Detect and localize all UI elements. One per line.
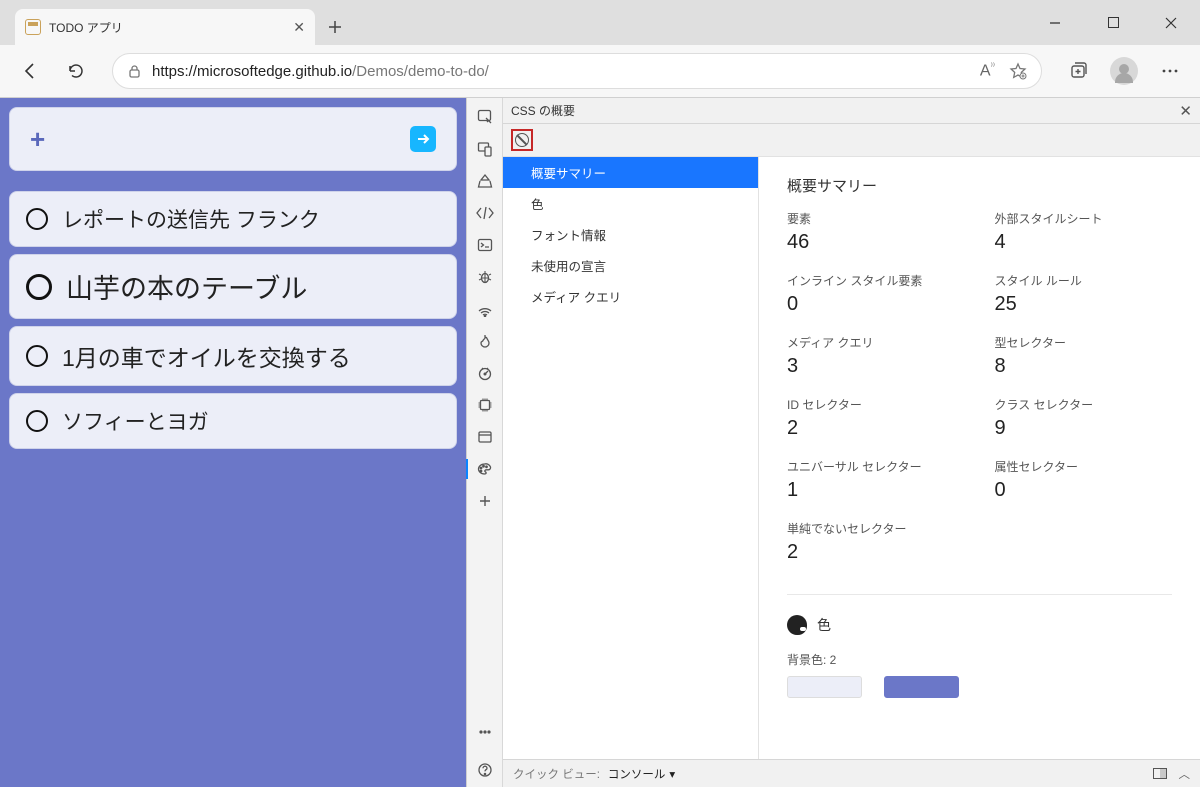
todo-checkbox-icon[interactable] <box>26 208 48 230</box>
back-button[interactable] <box>12 53 48 89</box>
dock-side-icon[interactable] <box>1153 768 1167 779</box>
panel-close-icon[interactable]: ✕ <box>1179 102 1192 120</box>
css-overview-panel: CSS の概要 ✕ 概要サマリー 色 フォント情報 未使用の宣言 メディア クエ… <box>503 98 1200 787</box>
site-lock-icon[interactable] <box>127 64 142 79</box>
tab-strip: TODO アプリ ✕ <box>0 0 1200 45</box>
todo-label: 1月の車でオイルを交換する <box>62 339 351 373</box>
todo-item[interactable]: レポートの送信先 フランク <box>9 191 457 247</box>
todo-item[interactable]: ソフィーとヨガ <box>9 393 457 449</box>
collections-icon[interactable] <box>1060 53 1096 89</box>
colors-section-heading: 色 <box>787 615 1172 635</box>
new-todo-input[interactable]: + <box>9 107 457 171</box>
section-divider <box>787 594 1172 595</box>
network-tool-icon[interactable] <box>471 296 499 322</box>
todo-checkbox-icon[interactable] <box>26 345 48 367</box>
debugger-tool-icon[interactable] <box>471 264 499 290</box>
devtools-activity-bar <box>467 98 503 787</box>
todo-checkbox-icon[interactable] <box>26 274 52 300</box>
panel-title: CSS の概要 <box>511 102 575 119</box>
todo-item[interactable]: 山芋の本のテーブル <box>9 254 457 319</box>
css-overview-tool-icon[interactable] <box>471 456 499 482</box>
more-menu-button[interactable] <box>1152 53 1188 89</box>
inspect-tool-icon[interactable] <box>471 104 499 130</box>
todo-label: レポートの送信先 フランク <box>62 204 320 234</box>
device-toolbar-icon[interactable] <box>471 136 499 162</box>
activity-more-icon[interactable] <box>471 719 499 745</box>
todo-label: 山芋の本のテーブル <box>66 267 307 306</box>
chevron-up-icon[interactable]: ︿ <box>1179 766 1191 782</box>
overview-sidebar: 概要サマリー 色 フォント情報 未使用の宣言 メディア クエリ <box>503 156 759 759</box>
sidebar-item-unused[interactable]: 未使用の宣言 <box>503 250 758 281</box>
omnibox-right-icons: A⁾⁾ <box>980 61 1027 80</box>
quickview-selector[interactable]: コンソール ▾ <box>608 766 675 782</box>
bgcolor-label: 背景色: 2 <box>787 651 1172 668</box>
url-text[interactable]: https://microsoftedge.github.io/Demos/de… <box>152 63 970 80</box>
window-maximize-button[interactable] <box>1084 0 1142 45</box>
sidebar-item-colors[interactable]: 色 <box>503 188 758 219</box>
browser-tab[interactable]: TODO アプリ ✕ <box>15 9 315 45</box>
todo-item[interactable]: 1月の車でオイルを交換する <box>9 326 457 386</box>
panel-toolbar <box>503 124 1200 156</box>
sidebar-item-fonts[interactable]: フォント情報 <box>503 219 758 250</box>
client-area: + レポートの送信先 フランク 山芋の本のテーブル 1月の車でオイルを交換する … <box>0 97 1200 787</box>
window-controls <box>1026 0 1200 45</box>
console-tool-icon[interactable] <box>471 232 499 258</box>
clear-icon <box>515 133 529 147</box>
tab-close-icon[interactable]: ✕ <box>293 19 305 36</box>
performance-tool-icon[interactable] <box>471 360 499 386</box>
overview-content[interactable]: 概要サマリー 要素46 外部スタイルシート4 インライン スタイル要素0 スタイ… <box>759 156 1200 759</box>
chevron-down-icon: ▾ <box>669 767 675 781</box>
profile-avatar[interactable] <box>1106 53 1142 89</box>
quickview-bar: クイック ビュー: コンソール ▾ ︿ <box>503 759 1200 787</box>
todo-checkbox-icon[interactable] <box>26 410 48 432</box>
color-swatch[interactable] <box>787 676 862 698</box>
favorite-icon[interactable] <box>1009 62 1027 80</box>
toolbar-right-cluster <box>1060 53 1188 89</box>
new-tab-button[interactable] <box>315 9 355 45</box>
palette-icon <box>787 615 807 635</box>
stat-grid: 要素46 外部スタイルシート4 インライン スタイル要素0 スタイル ルール25… <box>787 210 1172 564</box>
read-aloud-icon[interactable]: A⁾⁾ <box>980 61 995 80</box>
sidebar-item-summary[interactable]: 概要サマリー <box>503 157 758 188</box>
window-close-button[interactable] <box>1142 0 1200 45</box>
clear-overview-button[interactable] <box>511 129 533 151</box>
devtools: CSS の概要 ✕ 概要サマリー 色 フォント情報 未使用の宣言 メディア クエ… <box>466 98 1200 787</box>
todo-list: レポートの送信先 フランク 山芋の本のテーブル 1月の車でオイルを交換する ソフ… <box>9 191 457 778</box>
page-content: + レポートの送信先 フランク 山芋の本のテーブル 1月の車でオイルを交換する … <box>0 98 466 787</box>
sidebar-item-media[interactable]: メディア クエリ <box>503 281 758 312</box>
tab-title: TODO アプリ <box>49 19 285 36</box>
window-minimize-button[interactable] <box>1026 0 1084 45</box>
browser-toolbar: https://microsoftedge.github.io/Demos/de… <box>0 45 1200 97</box>
summary-heading: 概要サマリー <box>787 175 1172 196</box>
more-tools-icon[interactable] <box>471 488 499 514</box>
panel-header: CSS の概要 ✕ <box>503 98 1200 124</box>
plus-icon: + <box>30 124 45 155</box>
todo-label: ソフィーとヨガ <box>62 406 209 436</box>
memory-tool-icon[interactable] <box>471 392 499 418</box>
color-swatch[interactable] <box>884 676 959 698</box>
quickview-label: クイック ビュー: <box>513 766 600 782</box>
tab-favicon-icon <box>25 19 41 35</box>
submit-todo-button[interactable] <box>410 126 436 152</box>
swatch-row <box>787 676 1172 698</box>
address-bar[interactable]: https://microsoftedge.github.io/Demos/de… <box>112 53 1042 89</box>
lighthouse-tool-icon[interactable] <box>471 328 499 354</box>
application-tool-icon[interactable] <box>471 424 499 450</box>
elements-tool-icon[interactable] <box>471 200 499 226</box>
reload-button[interactable] <box>58 53 94 89</box>
welcome-tool-icon[interactable] <box>471 168 499 194</box>
help-icon[interactable] <box>471 757 499 783</box>
